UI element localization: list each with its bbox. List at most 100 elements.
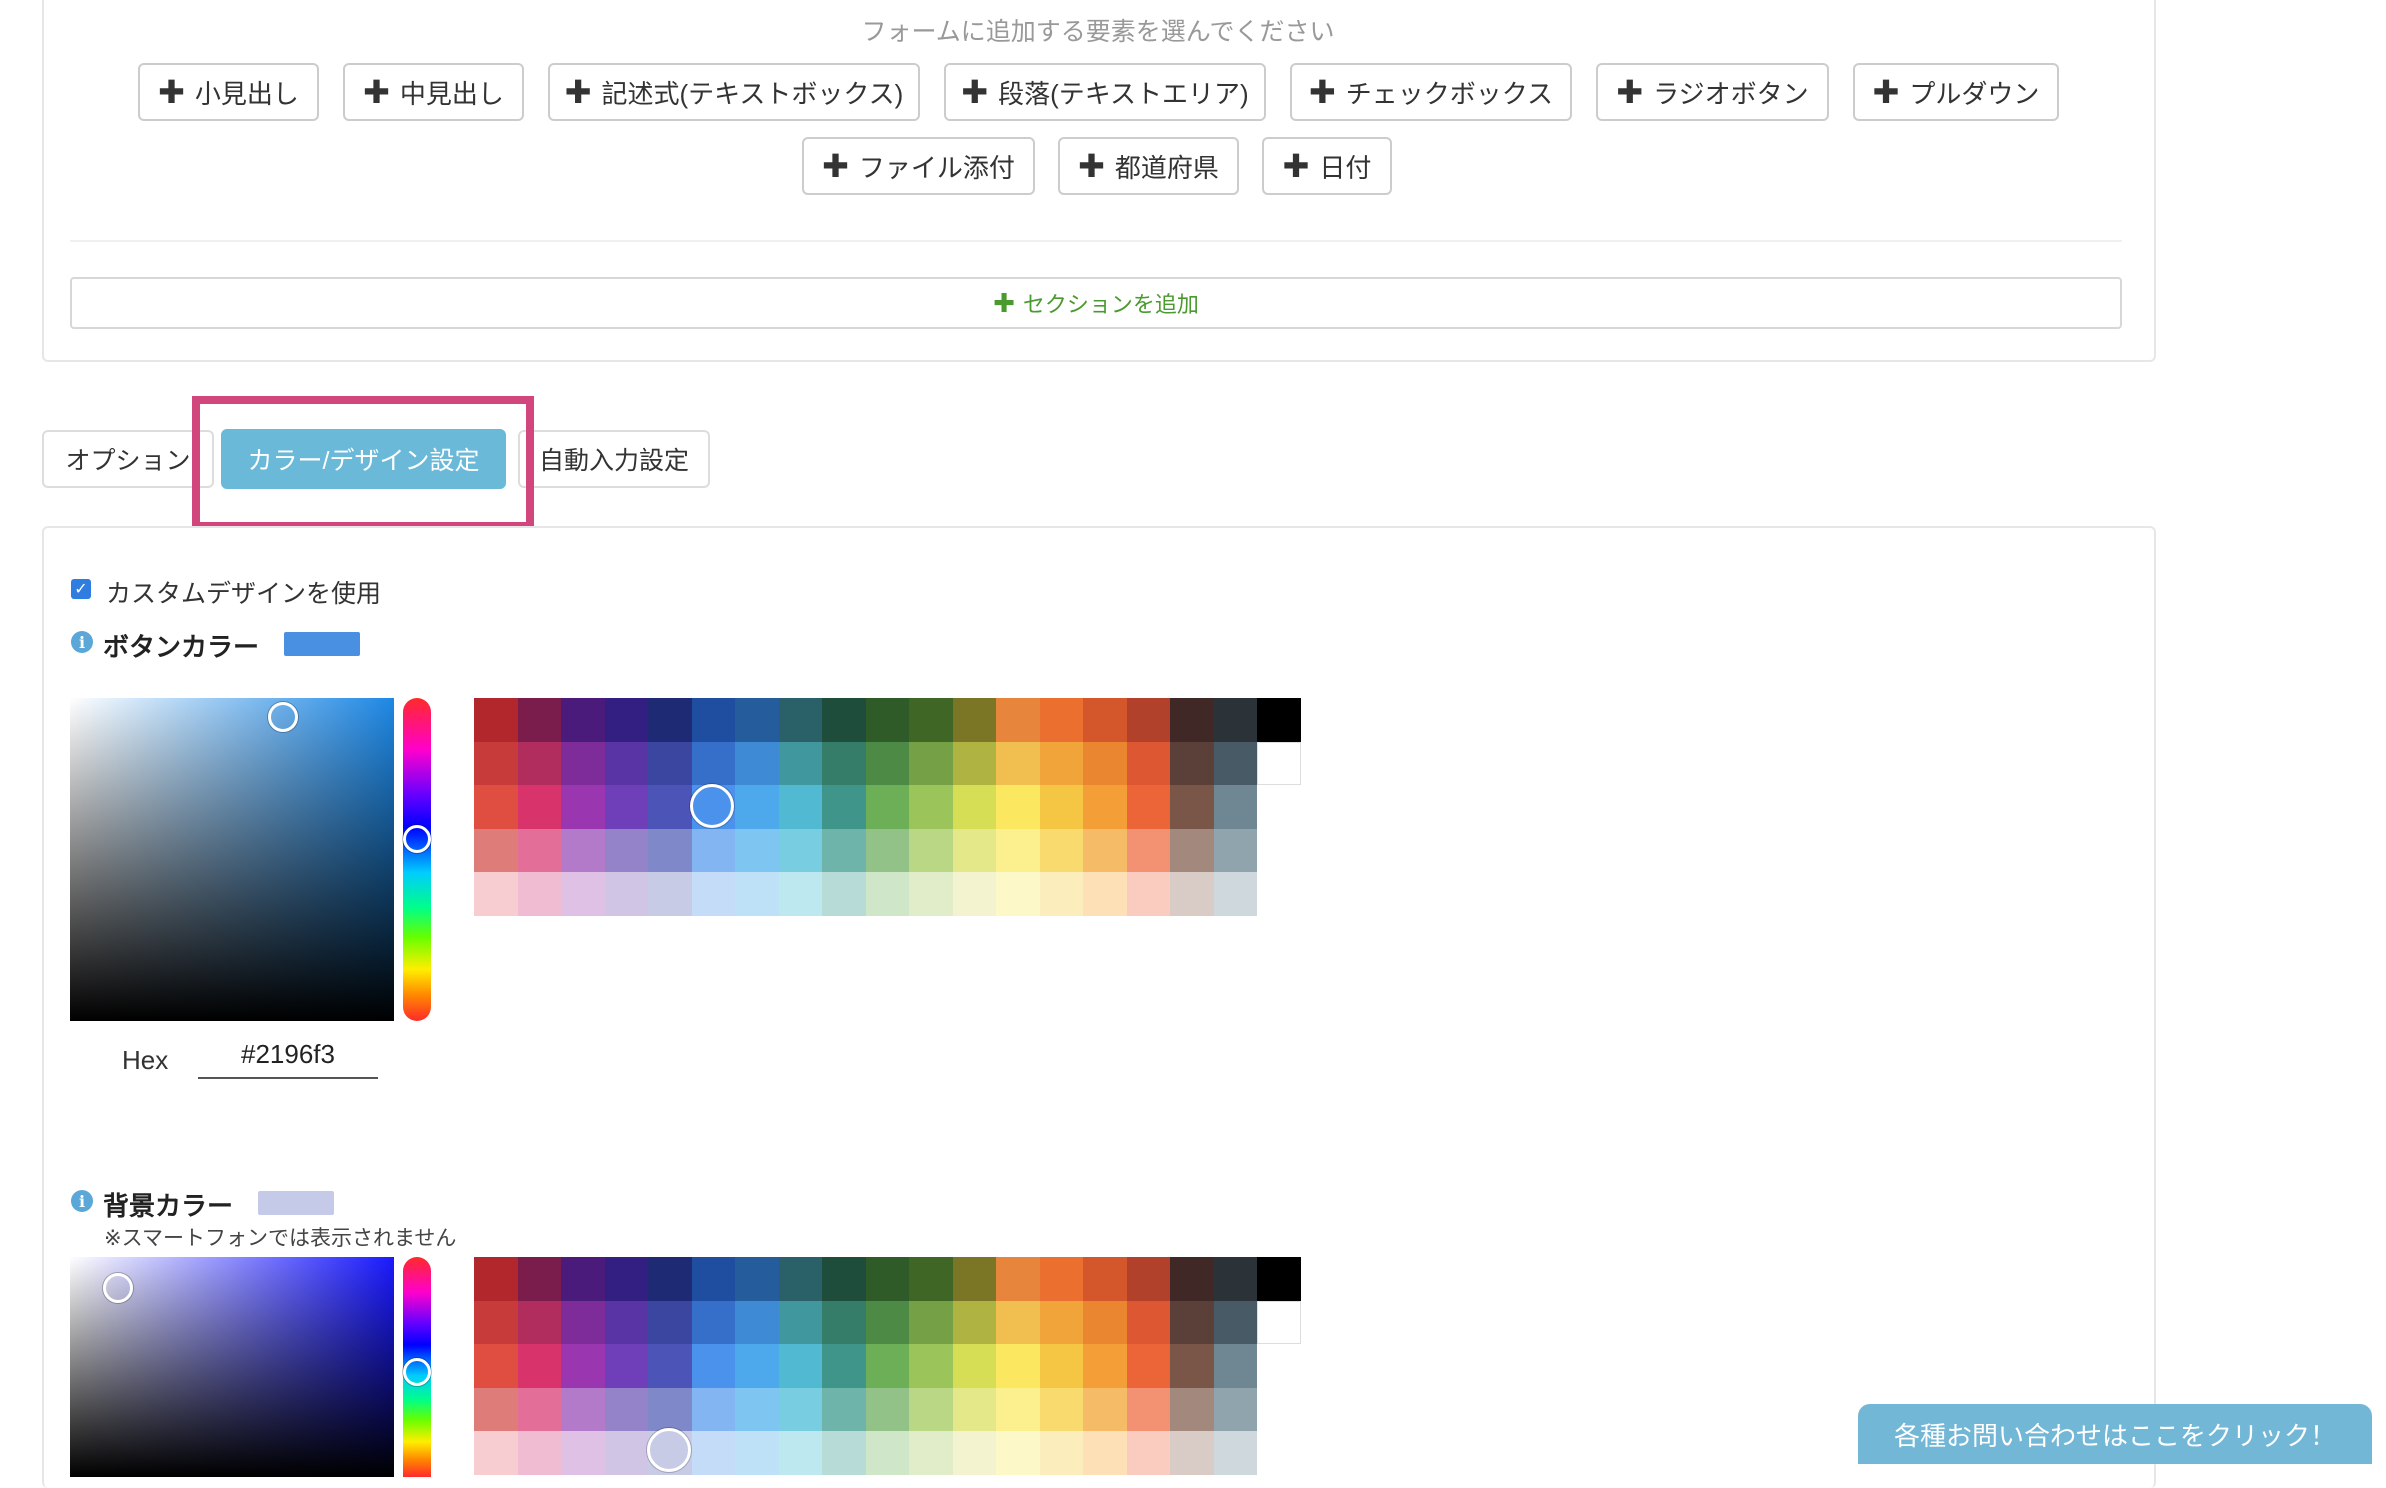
palette-swatch[interactable] — [604, 1300, 648, 1344]
palette-swatch[interactable] — [735, 741, 779, 785]
palette-swatch[interactable] — [1170, 828, 1214, 872]
palette-swatch[interactable] — [735, 872, 779, 916]
palette-swatch[interactable] — [996, 1300, 1040, 1344]
add-date-button[interactable]: ✚ 日付 — [1262, 137, 1392, 195]
tab-options[interactable]: オプション — [42, 430, 214, 488]
palette-swatch[interactable] — [1170, 1300, 1214, 1344]
palette-swatch[interactable] — [952, 785, 996, 829]
palette-swatch[interactable] — [648, 1300, 692, 1344]
hue-slider[interactable] — [403, 698, 431, 1021]
palette-swatch[interactable] — [1039, 828, 1083, 872]
palette-swatch[interactable] — [822, 1431, 866, 1475]
saturation-value-knob[interactable] — [103, 1273, 133, 1303]
palette-swatch[interactable] — [517, 1300, 561, 1344]
palette-swatch[interactable] — [1170, 1257, 1214, 1301]
palette-swatch[interactable] — [778, 1344, 822, 1388]
palette-swatch[interactable] — [1257, 1300, 1301, 1344]
palette-swatch[interactable] — [822, 741, 866, 785]
palette-swatch[interactable] — [648, 872, 692, 916]
palette-swatch[interactable] — [1213, 1257, 1257, 1301]
palette-swatch[interactable] — [735, 828, 779, 872]
palette-swatch[interactable] — [1126, 741, 1170, 785]
palette-swatch[interactable] — [1257, 1257, 1301, 1301]
contact-button[interactable]: 各種お問い合わせはここをクリック！ — [1858, 1404, 2372, 1464]
palette-swatch[interactable] — [1213, 1431, 1257, 1475]
palette-swatch[interactable] — [865, 1257, 909, 1301]
palette-swatch[interactable] — [1083, 828, 1127, 872]
palette-swatch[interactable] — [474, 698, 518, 742]
palette-swatch[interactable] — [735, 785, 779, 829]
palette-swatch[interactable] — [865, 1344, 909, 1388]
palette-swatch[interactable] — [822, 1387, 866, 1431]
palette-swatch[interactable] — [822, 1257, 866, 1301]
palette-swatch[interactable] — [865, 828, 909, 872]
palette-swatch[interactable] — [648, 698, 692, 742]
add-section-button[interactable]: ✚ セクションを追加 — [70, 277, 2122, 329]
palette-swatch[interactable] — [778, 698, 822, 742]
palette-swatch[interactable] — [691, 872, 735, 916]
palette-swatch[interactable] — [778, 872, 822, 916]
palette-swatch[interactable] — [517, 741, 561, 785]
palette-swatch[interactable] — [822, 872, 866, 916]
palette-swatch[interactable] — [996, 872, 1040, 916]
palette-swatch[interactable] — [952, 872, 996, 916]
palette-swatch[interactable] — [865, 1431, 909, 1475]
palette-swatch[interactable] — [1039, 785, 1083, 829]
palette-swatch[interactable] — [1083, 785, 1127, 829]
palette-swatch[interactable] — [865, 872, 909, 916]
palette-swatch[interactable] — [561, 872, 605, 916]
palette-swatch[interactable] — [691, 1257, 735, 1301]
palette-swatch[interactable] — [822, 1344, 866, 1388]
palette-swatch[interactable] — [952, 1257, 996, 1301]
palette-swatch[interactable] — [865, 741, 909, 785]
palette-swatch[interactable] — [474, 1387, 518, 1431]
add-file-button[interactable]: ✚ ファイル添付 — [802, 137, 1035, 195]
palette-swatch[interactable] — [909, 698, 953, 742]
button-color-swatch[interactable] — [284, 632, 360, 656]
hue-slider-knob[interactable] — [403, 1358, 431, 1386]
tab-auto-input[interactable]: 自動入力設定 — [518, 430, 710, 488]
palette-swatch[interactable] — [1039, 1344, 1083, 1388]
palette-swatch[interactable] — [1170, 741, 1214, 785]
saturation-value-picker[interactable] — [70, 698, 394, 1021]
palette-swatch[interactable] — [735, 698, 779, 742]
palette-swatch[interactable] — [561, 741, 605, 785]
palette-swatch[interactable] — [604, 1257, 648, 1301]
palette-swatch[interactable] — [822, 1300, 866, 1344]
palette-swatch[interactable] — [691, 1431, 735, 1475]
palette-swatch[interactable] — [909, 1387, 953, 1431]
palette-swatch[interactable] — [778, 785, 822, 829]
add-textbox-button[interactable]: ✚ 記述式(テキストボックス) — [548, 63, 920, 121]
palette-swatch[interactable] — [1170, 1344, 1214, 1388]
palette-swatch[interactable] — [1126, 1300, 1170, 1344]
palette-swatch[interactable] — [604, 698, 648, 742]
palette-swatch[interactable] — [691, 1344, 735, 1388]
palette-swatch[interactable] — [517, 1344, 561, 1388]
palette-swatch[interactable] — [1126, 1387, 1170, 1431]
palette-swatch[interactable] — [865, 785, 909, 829]
palette-swatch[interactable] — [648, 741, 692, 785]
palette-swatch[interactable] — [1170, 1387, 1214, 1431]
hue-slider-knob[interactable] — [403, 825, 431, 853]
palette-swatch[interactable] — [778, 1431, 822, 1475]
palette-swatch[interactable] — [822, 698, 866, 742]
palette-swatch[interactable] — [691, 1387, 735, 1431]
palette-swatch[interactable] — [996, 1257, 1040, 1301]
palette-swatch[interactable] — [1213, 741, 1257, 785]
palette-swatch[interactable] — [1039, 1300, 1083, 1344]
palette-swatch[interactable] — [778, 828, 822, 872]
palette-swatch[interactable] — [648, 1387, 692, 1431]
add-radio-button[interactable]: ✚ ラジオボタン — [1596, 63, 1829, 121]
palette-swatch[interactable] — [517, 1431, 561, 1475]
palette-swatch[interactable] — [778, 1387, 822, 1431]
palette-swatch[interactable] — [909, 872, 953, 916]
palette-swatch[interactable] — [952, 1387, 996, 1431]
palette-swatch[interactable] — [909, 741, 953, 785]
palette-swatch[interactable] — [909, 1344, 953, 1388]
palette-swatch[interactable] — [1039, 872, 1083, 916]
palette-swatch[interactable] — [822, 785, 866, 829]
palette-swatch[interactable] — [517, 872, 561, 916]
palette-swatch[interactable] — [604, 785, 648, 829]
palette-swatch[interactable] — [474, 785, 518, 829]
palette-swatch[interactable] — [822, 828, 866, 872]
